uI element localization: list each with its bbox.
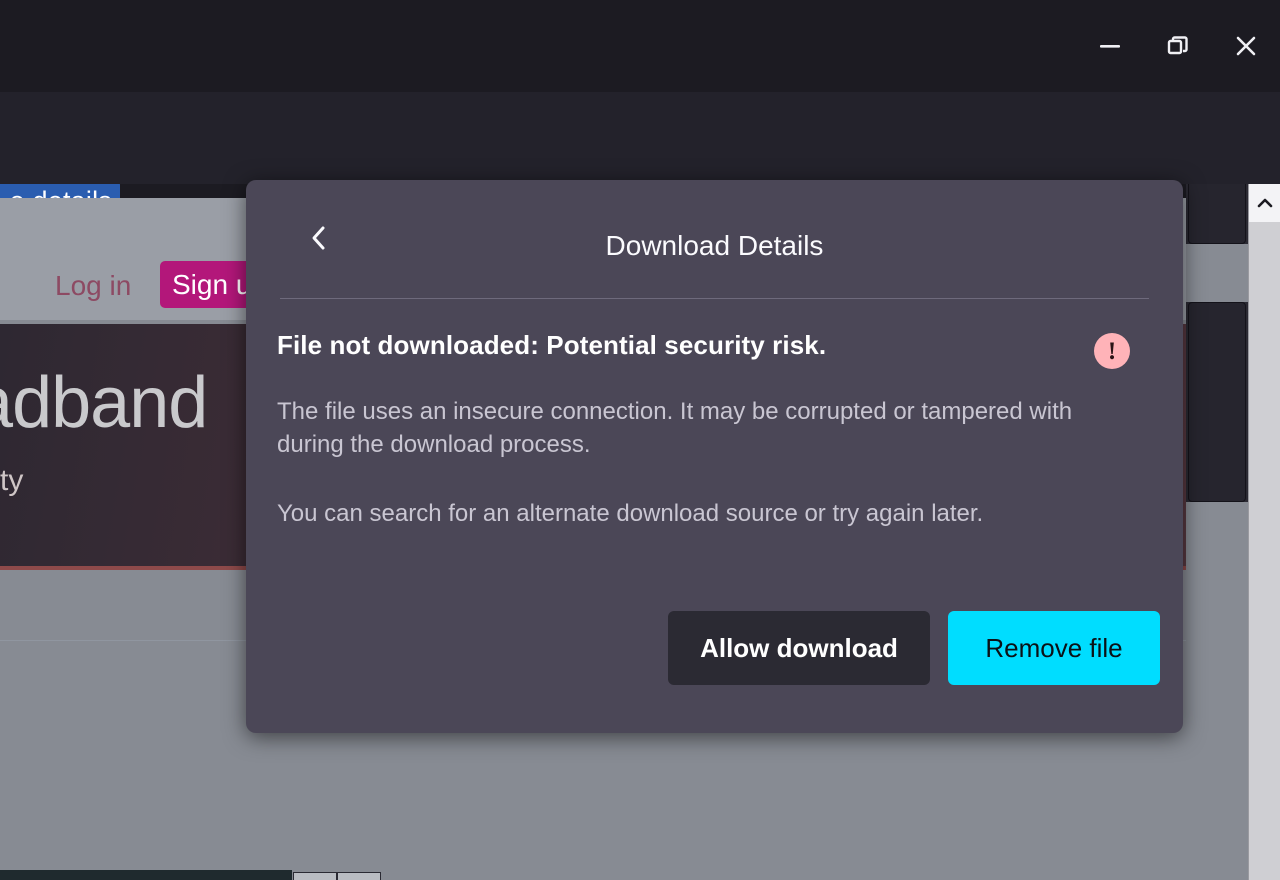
close-button[interactable] — [1212, 0, 1280, 92]
navigation-toolbar — [0, 92, 1280, 264]
panel-actions: Allow download Remove file — [668, 611, 1160, 685]
alert-description: The file uses an insecure connection. It… — [277, 398, 1073, 458]
title-bar — [0, 0, 1280, 92]
page-side-card-main — [1188, 302, 1246, 502]
scroll-up-arrow-icon[interactable] — [1249, 184, 1280, 222]
login-link[interactable]: Log in — [55, 270, 131, 302]
browser-window: e details Log in Sign u oadband iability — [0, 0, 1280, 880]
scrollbar-track[interactable] — [1249, 222, 1280, 880]
alert-title: File not downloaded: Potential security … — [277, 330, 827, 360]
panel-divider — [280, 298, 1149, 299]
page-side-card-top — [1188, 184, 1246, 244]
close-icon — [1232, 32, 1260, 60]
page-bottom-box-1[interactable] — [293, 872, 337, 880]
alert-row: File not downloaded: Potential security … — [277, 330, 1152, 378]
restore-button[interactable] — [1144, 0, 1212, 92]
alert-hint: You can search for an alternate download… — [277, 500, 984, 527]
download-details-panel: Download Details File not downloaded: Po… — [246, 180, 1183, 733]
warning-icon: ! — [1094, 333, 1130, 369]
allow-download-button[interactable]: Allow download — [668, 611, 930, 685]
panel-header: Download Details — [246, 180, 1183, 298]
vertical-scrollbar[interactable] — [1248, 184, 1280, 880]
panel-title: Download Details — [605, 230, 824, 261]
page-side-gap-lower — [1186, 502, 1248, 880]
window-controls — [1076, 0, 1280, 92]
page-bottom-box-2[interactable] — [337, 872, 381, 880]
remove-file-button[interactable]: Remove file — [948, 611, 1160, 685]
minimize-icon — [1097, 33, 1123, 59]
hero-title: oadband — [0, 363, 208, 443]
restore-icon — [1165, 33, 1191, 59]
panel-body: File not downloaded: Potential security … — [277, 330, 1152, 528]
page-bottom-strip — [0, 870, 292, 880]
hero-subtitle: iability — [0, 464, 24, 497]
page-side-column — [1186, 184, 1248, 880]
minimize-button[interactable] — [1076, 0, 1144, 92]
page-side-gap-upper — [1186, 244, 1248, 302]
